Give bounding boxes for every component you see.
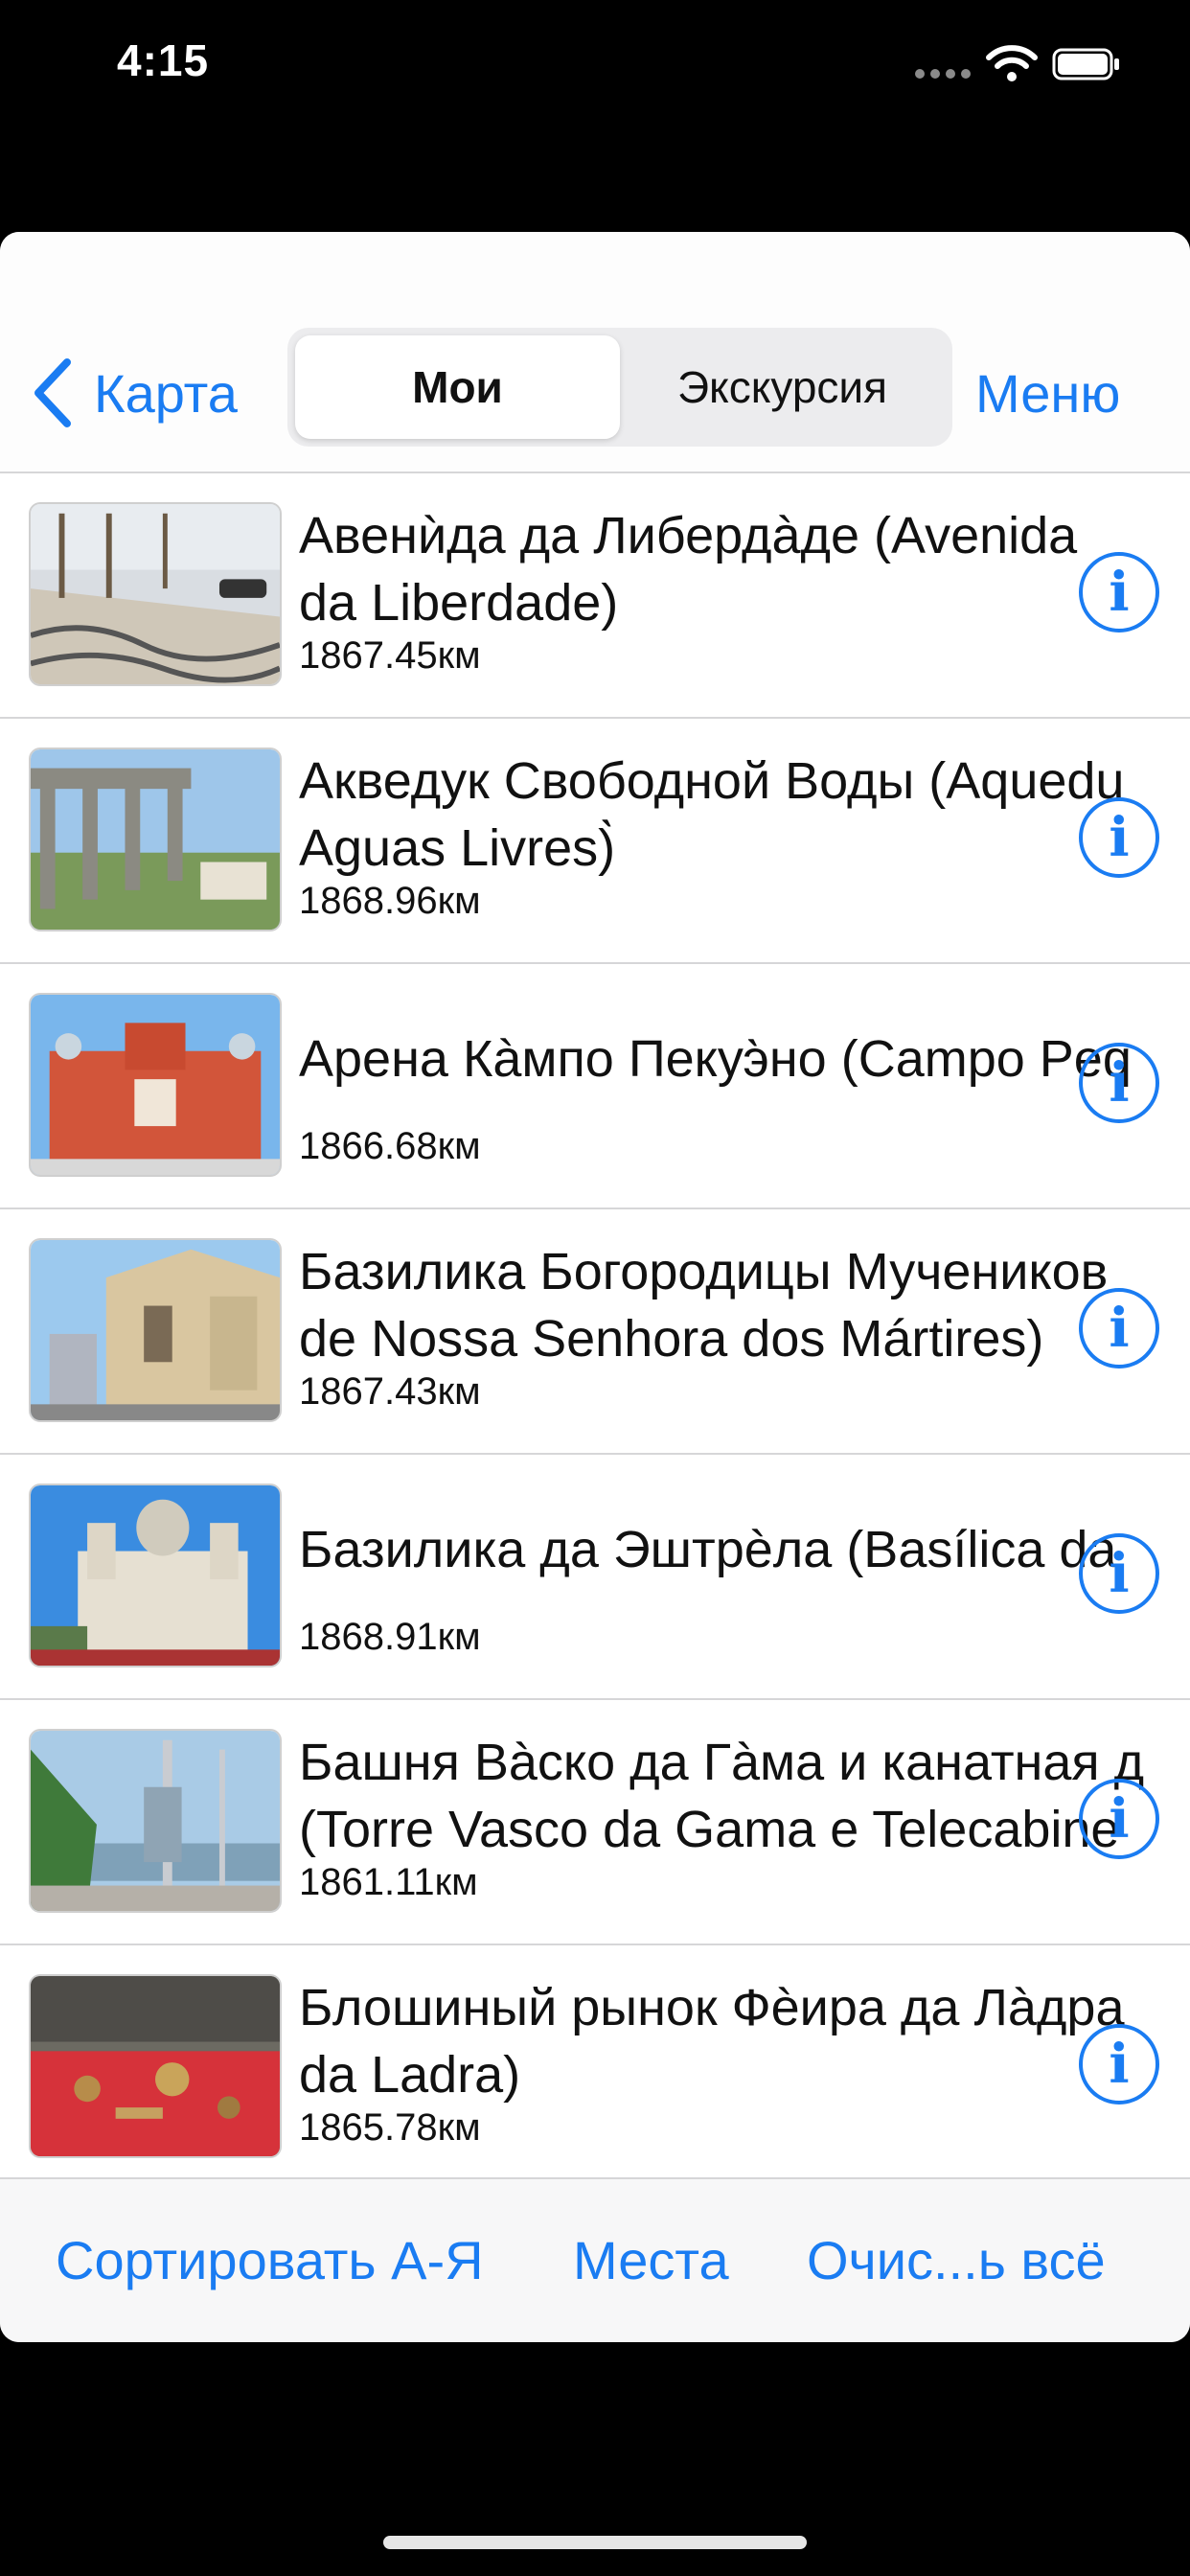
place-title: Башня Вàско да Гàма и канатная д (Torre … — [299, 1734, 1145, 1858]
list-item[interactable]: Арена Кàмпо Пекуэ̀но (Campo Peq 1866.68к… — [0, 964, 1190, 1209]
list-item[interactable]: Акведук Свободной Воды (Aquedu Aguas Liv… — [0, 719, 1190, 964]
list-item[interactable]: Авенѝда да Либердàде (Avenida da Liberda… — [0, 473, 1190, 719]
places-list: Авенѝда да Либердàде (Avenida da Liberda… — [0, 473, 1190, 2187]
places-sheet: Карта Мои Экскурсия Меню Авенѝда да Либе… — [0, 232, 1190, 2342]
place-thumbnail — [29, 1484, 282, 1668]
home-indicator[interactable] — [383, 2536, 807, 2549]
segment-mine[interactable]: Мои — [295, 335, 620, 439]
place-thumbnail — [29, 993, 282, 1177]
chevron-left-icon — [34, 358, 71, 427]
place-thumbnail — [29, 1729, 282, 1913]
back-button[interactable]: Карта — [29, 355, 238, 431]
info-icon[interactable]: i — [1079, 1779, 1159, 1859]
clear-all-button[interactable]: Очис...ь всё — [807, 2229, 1106, 2291]
back-label: Карта — [94, 362, 238, 424]
place-distance: 1868.96км — [299, 880, 481, 922]
status-bar: 4:15 — [0, 0, 1190, 134]
place-title: Блошиный рынок Фѐира да Лàдра da Ladra) — [299, 1979, 1125, 2104]
place-distance: 1865.78км — [299, 2106, 481, 2149]
info-icon[interactable]: i — [1079, 797, 1159, 878]
info-icon[interactable]: i — [1079, 1043, 1159, 1123]
list-item[interactable]: Башня Вàско да Гàма и канатная д (Torre … — [0, 1700, 1190, 1945]
info-icon[interactable]: i — [1079, 1533, 1159, 1614]
segment-excursion[interactable]: Экскурсия — [620, 335, 945, 439]
segmented-control: Мои Экскурсия — [287, 328, 952, 447]
sort-az-button[interactable]: Сортировать А-Я — [56, 2229, 484, 2291]
info-icon[interactable]: i — [1079, 552, 1159, 632]
menu-button[interactable]: Меню — [975, 355, 1120, 431]
place-title: Авенѝда да Либердàде (Avenida da Liberda… — [299, 507, 1078, 632]
list-item[interactable]: Базилика да Эштрѐла (Basílica da 1868.91… — [0, 1455, 1190, 1700]
place-distance: 1866.68км — [299, 1125, 481, 1167]
list-item[interactable]: Базилика Богородицы Мучеников de Nossa S… — [0, 1209, 1190, 1455]
place-thumbnail — [29, 502, 282, 686]
wifi-icon — [986, 45, 1038, 81]
place-distance: 1868.91км — [299, 1616, 481, 1658]
navigation-bar: Карта Мои Экскурсия Меню — [0, 232, 1190, 473]
places-button[interactable]: Места — [573, 2229, 729, 2291]
place-title: Арена Кàмпо Пекуэ̀но (Campo Peq — [299, 1030, 1132, 1088]
app-screen: 4:15 Карта Мои Экскурсия Меню Авенѝда да… — [0, 0, 1190, 2576]
info-icon[interactable]: i — [1079, 1288, 1159, 1368]
place-distance: 1861.11км — [299, 1861, 478, 1903]
place-title: Базилика да Эштрѐла (Basílica da — [299, 1521, 1117, 1578]
place-distance: 1867.43км — [299, 1370, 481, 1413]
place-title: Базилика Богородицы Мучеников de Nossa S… — [299, 1243, 1109, 1368]
place-thumbnail — [29, 1974, 282, 2158]
info-icon[interactable]: i — [1079, 2024, 1159, 2104]
status-time: 4:15 — [117, 35, 210, 85]
battery-icon — [1052, 48, 1119, 80]
place-title: Акведук Свободной Воды (Aquedu Aguas Liv… — [299, 752, 1125, 877]
place-thumbnail — [29, 1238, 282, 1422]
place-distance: 1867.45км — [299, 634, 481, 677]
list-item[interactable]: Блошиный рынок Фѐира да Лàдра da Ladra) … — [0, 1945, 1190, 2187]
cellular-signal-icon — [915, 69, 971, 79]
bottom-toolbar: Сортировать А-Я Места Очис...ь всё — [0, 2177, 1190, 2342]
place-thumbnail — [29, 748, 282, 932]
